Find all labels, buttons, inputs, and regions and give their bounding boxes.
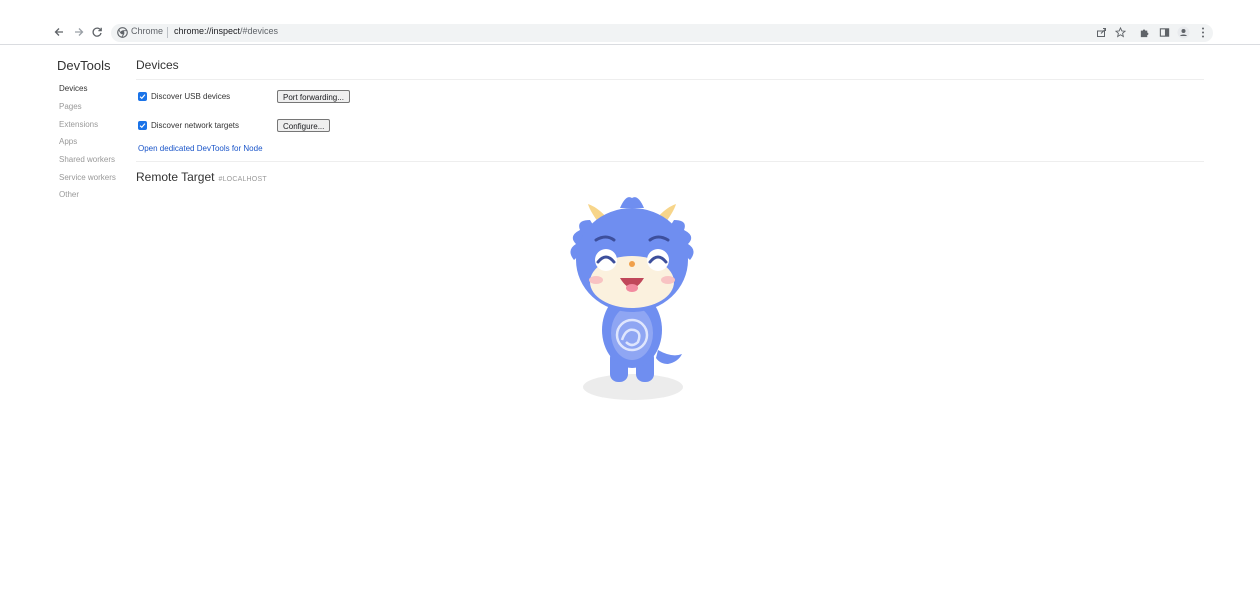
omnibox-separator: [167, 27, 168, 38]
remote-target-subtitle: #LOCALHOST: [218, 176, 267, 183]
side-panel-icon[interactable]: [1156, 24, 1172, 40]
forward-arrow-icon[interactable]: [71, 24, 87, 40]
discover-usb-label: Discover USB devices: [151, 92, 231, 101]
configure-button[interactable]: Configure...: [277, 119, 331, 132]
sidebar-item-extensions[interactable]: Extensions: [59, 120, 98, 129]
dragon-mascot-illustration: [570, 197, 694, 400]
devtools-title: DevTools: [57, 58, 111, 73]
browser-toolbar: Chrome chrome://inspect/#devices: [0, 0, 1260, 45]
discover-network-checkbox[interactable]: [138, 121, 147, 130]
chrome-logo-icon: [117, 27, 128, 38]
back-arrow-icon[interactable]: [51, 24, 67, 40]
omnibox-origin-label: Chrome: [131, 26, 164, 36]
remote-target-heading: Remote Target #LOCALHOST: [136, 170, 267, 184]
omnibox-url[interactable]: chrome://inspect/#devices: [174, 26, 278, 36]
discover-usb-checkbox[interactable]: [138, 92, 147, 101]
share-icon[interactable]: [1093, 24, 1109, 40]
discover-network-label: Discover network targets: [151, 121, 240, 130]
divider: [136, 161, 1204, 162]
port-forwarding-button[interactable]: Port forwarding...: [277, 90, 350, 103]
sidebar-item-shared-workers[interactable]: Shared workers: [59, 155, 115, 164]
sidebar-item-other[interactable]: Other: [59, 190, 79, 199]
devices-heading: Devices: [136, 58, 179, 72]
sidebar-item-apps[interactable]: Apps: [59, 137, 77, 146]
remote-target-title: Remote Target: [136, 170, 215, 184]
profile-icon[interactable]: [1175, 24, 1191, 40]
extensions-puzzle-icon[interactable]: [1136, 24, 1152, 40]
address-bar[interactable]: Chrome chrome://inspect/#devices: [111, 24, 1213, 42]
sidebar-item-service-workers[interactable]: Service workers: [59, 173, 116, 182]
reload-icon[interactable]: [89, 24, 105, 40]
sidebar-item-devices[interactable]: Devices: [59, 84, 87, 93]
bookmark-star-icon[interactable]: [1112, 24, 1128, 40]
discover-usb-row: Discover USB devices: [138, 92, 230, 101]
kebab-menu-icon[interactable]: [1195, 24, 1211, 40]
divider: [136, 79, 1204, 80]
url-host: chrome://inspect: [174, 26, 241, 36]
sidebar-item-pages[interactable]: Pages: [59, 102, 82, 111]
discover-network-row: Discover network targets: [138, 121, 239, 130]
open-node-devtools-link[interactable]: Open dedicated DevTools for Node: [138, 144, 263, 153]
url-path: /#devices: [240, 26, 279, 36]
